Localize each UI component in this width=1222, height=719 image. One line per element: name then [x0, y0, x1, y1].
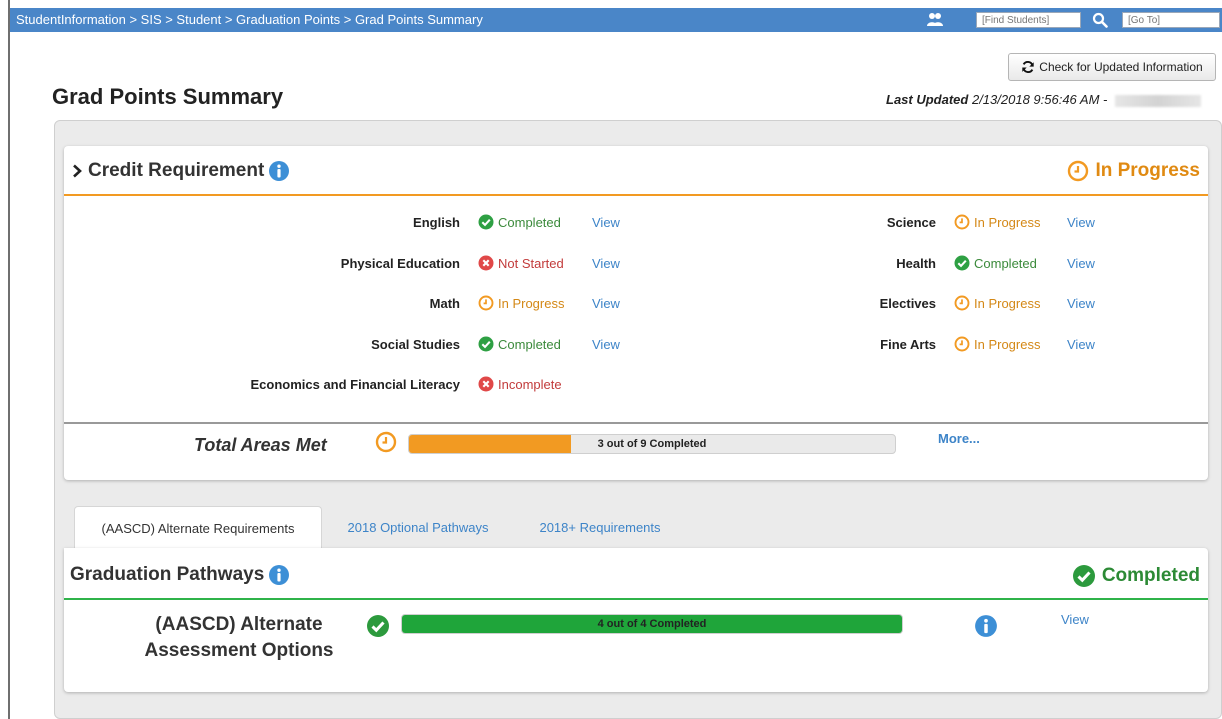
requirement-status: In Progress	[954, 295, 1040, 311]
clock-icon	[375, 431, 397, 453]
info-icon[interactable]	[974, 614, 998, 638]
pathway-view-link[interactable]: View	[1061, 612, 1089, 627]
requirement-status-text: Completed	[974, 255, 1037, 271]
requirement-view-link[interactable]: View	[1067, 256, 1095, 271]
requirement-row: Electives In Progress View	[64, 294, 1208, 314]
page-title: Grad Points Summary	[52, 84, 284, 109]
refresh-icon	[1022, 60, 1034, 74]
requirement-label: Fine Arts	[880, 337, 936, 352]
clock-icon	[954, 336, 970, 352]
requirement-status-text: Incomplete	[498, 376, 562, 392]
credit-requirement-card: Credit Requirement In Progress Total Are…	[64, 146, 1208, 480]
clock-icon	[954, 214, 970, 230]
pathway-progress-bar: 4 out of 4 Completed	[401, 614, 903, 634]
pathway-item-label: (AASCD) Alternate Assessment Options	[144, 614, 334, 661]
graduation-pathways-title-group: Graduation Pathways	[70, 564, 290, 586]
requirement-status: In Progress	[954, 214, 1040, 230]
graduation-pathways-status: Completed	[1072, 564, 1200, 588]
graduation-pathways-title: Graduation Pathways	[70, 564, 265, 585]
last-updated-label: Last Updated	[886, 92, 969, 107]
requirement-row: Health Completed View	[64, 254, 1208, 274]
credit-requirement-status: In Progress	[1067, 160, 1200, 182]
requirement-status-text: In Progress	[974, 336, 1041, 352]
find-students-input[interactable]	[976, 12, 1081, 28]
requirement-view-link[interactable]: View	[1067, 296, 1095, 311]
requirement-status-text: In Progress	[974, 295, 1041, 311]
search-icon[interactable]	[1092, 12, 1108, 28]
credit-requirement-title: Credit Requirement	[88, 160, 265, 181]
chevron-right-icon[interactable]	[70, 164, 84, 178]
requirement-view-link[interactable]: View	[1067, 215, 1095, 230]
total-areas-met-label: Total Areas Met	[194, 435, 327, 455]
clock-icon	[954, 295, 970, 311]
pathway-progress-text: 4 out of 4 Completed	[597, 618, 707, 630]
requirement-label: Science	[886, 215, 936, 230]
go-to-input[interactable]	[1122, 12, 1220, 28]
tab-2018-optional-pathways[interactable]: 2018 Optional Pathways	[330, 506, 506, 548]
requirement-row: Science In Progress View	[64, 213, 1208, 233]
last-updated-value: 2/13/2018 9:56:46 AM -	[971, 92, 1108, 107]
graduation-pathways-status-text: Completed	[1101, 565, 1200, 586]
check-updated-info-button[interactable]: Check for Updated Information	[1008, 53, 1216, 81]
check-circle-icon	[954, 255, 970, 271]
requirement-label: Electives	[879, 296, 936, 311]
requirement-status-text: In Progress	[974, 214, 1041, 230]
refresh-button-label: Check for Updated Information	[1039, 60, 1203, 74]
breadcrumb[interactable]: StudentInformation > SIS > Student > Gra…	[16, 12, 483, 27]
requirement-row: Economics and Financial Literacy Incomple…	[64, 375, 1208, 395]
total-areas-progress-text: 3 out of 9 Completed	[597, 438, 707, 450]
credit-requirement-title-group: Credit Requirement	[70, 160, 290, 182]
credit-requirement-status-text: In Progress	[1095, 160, 1200, 181]
info-icon[interactable]	[268, 564, 290, 586]
x-circle-icon	[478, 376, 494, 392]
check-circle-icon	[1072, 565, 1095, 587]
requirement-status: Completed	[954, 255, 1037, 271]
info-icon[interactable]	[268, 160, 290, 182]
tab-2018-plus-requirements[interactable]: 2018+ Requirements	[520, 506, 680, 548]
redacted-user-name	[1114, 94, 1201, 107]
people-icon[interactable]	[926, 11, 944, 29]
credit-requirement-header[interactable]: Credit Requirement In Progress	[64, 146, 1208, 196]
top-nav-bar: StudentInformation > SIS > Student > Gra…	[10, 8, 1222, 32]
requirement-row: Fine Arts In Progress View	[64, 335, 1208, 355]
window-left-edge	[8, 0, 10, 719]
requirement-status: In Progress	[954, 336, 1040, 352]
graduation-pathways-header: Graduation Pathways Completed	[64, 548, 1208, 600]
requirement-label: Economics and Financial Literacy	[250, 377, 460, 392]
graduation-pathways-card: Graduation Pathways Completed (AASCD) Al…	[64, 548, 1208, 692]
check-circle-icon	[367, 615, 389, 637]
clock-icon	[1068, 160, 1089, 182]
requirement-view-link[interactable]: View	[1067, 337, 1095, 352]
last-updated: Last Updated 2/13/2018 9:56:46 AM -	[886, 92, 1201, 107]
tab-aascd-alternate-requirements[interactable]: (AASCD) Alternate Requirements	[74, 506, 322, 548]
total-areas-progress-bar: 3 out of 9 Completed	[408, 434, 896, 454]
more-link[interactable]: More...	[938, 431, 980, 446]
credit-divider	[64, 422, 1208, 424]
requirement-status: Incomplete	[478, 376, 562, 392]
requirement-label: Health	[896, 256, 936, 271]
